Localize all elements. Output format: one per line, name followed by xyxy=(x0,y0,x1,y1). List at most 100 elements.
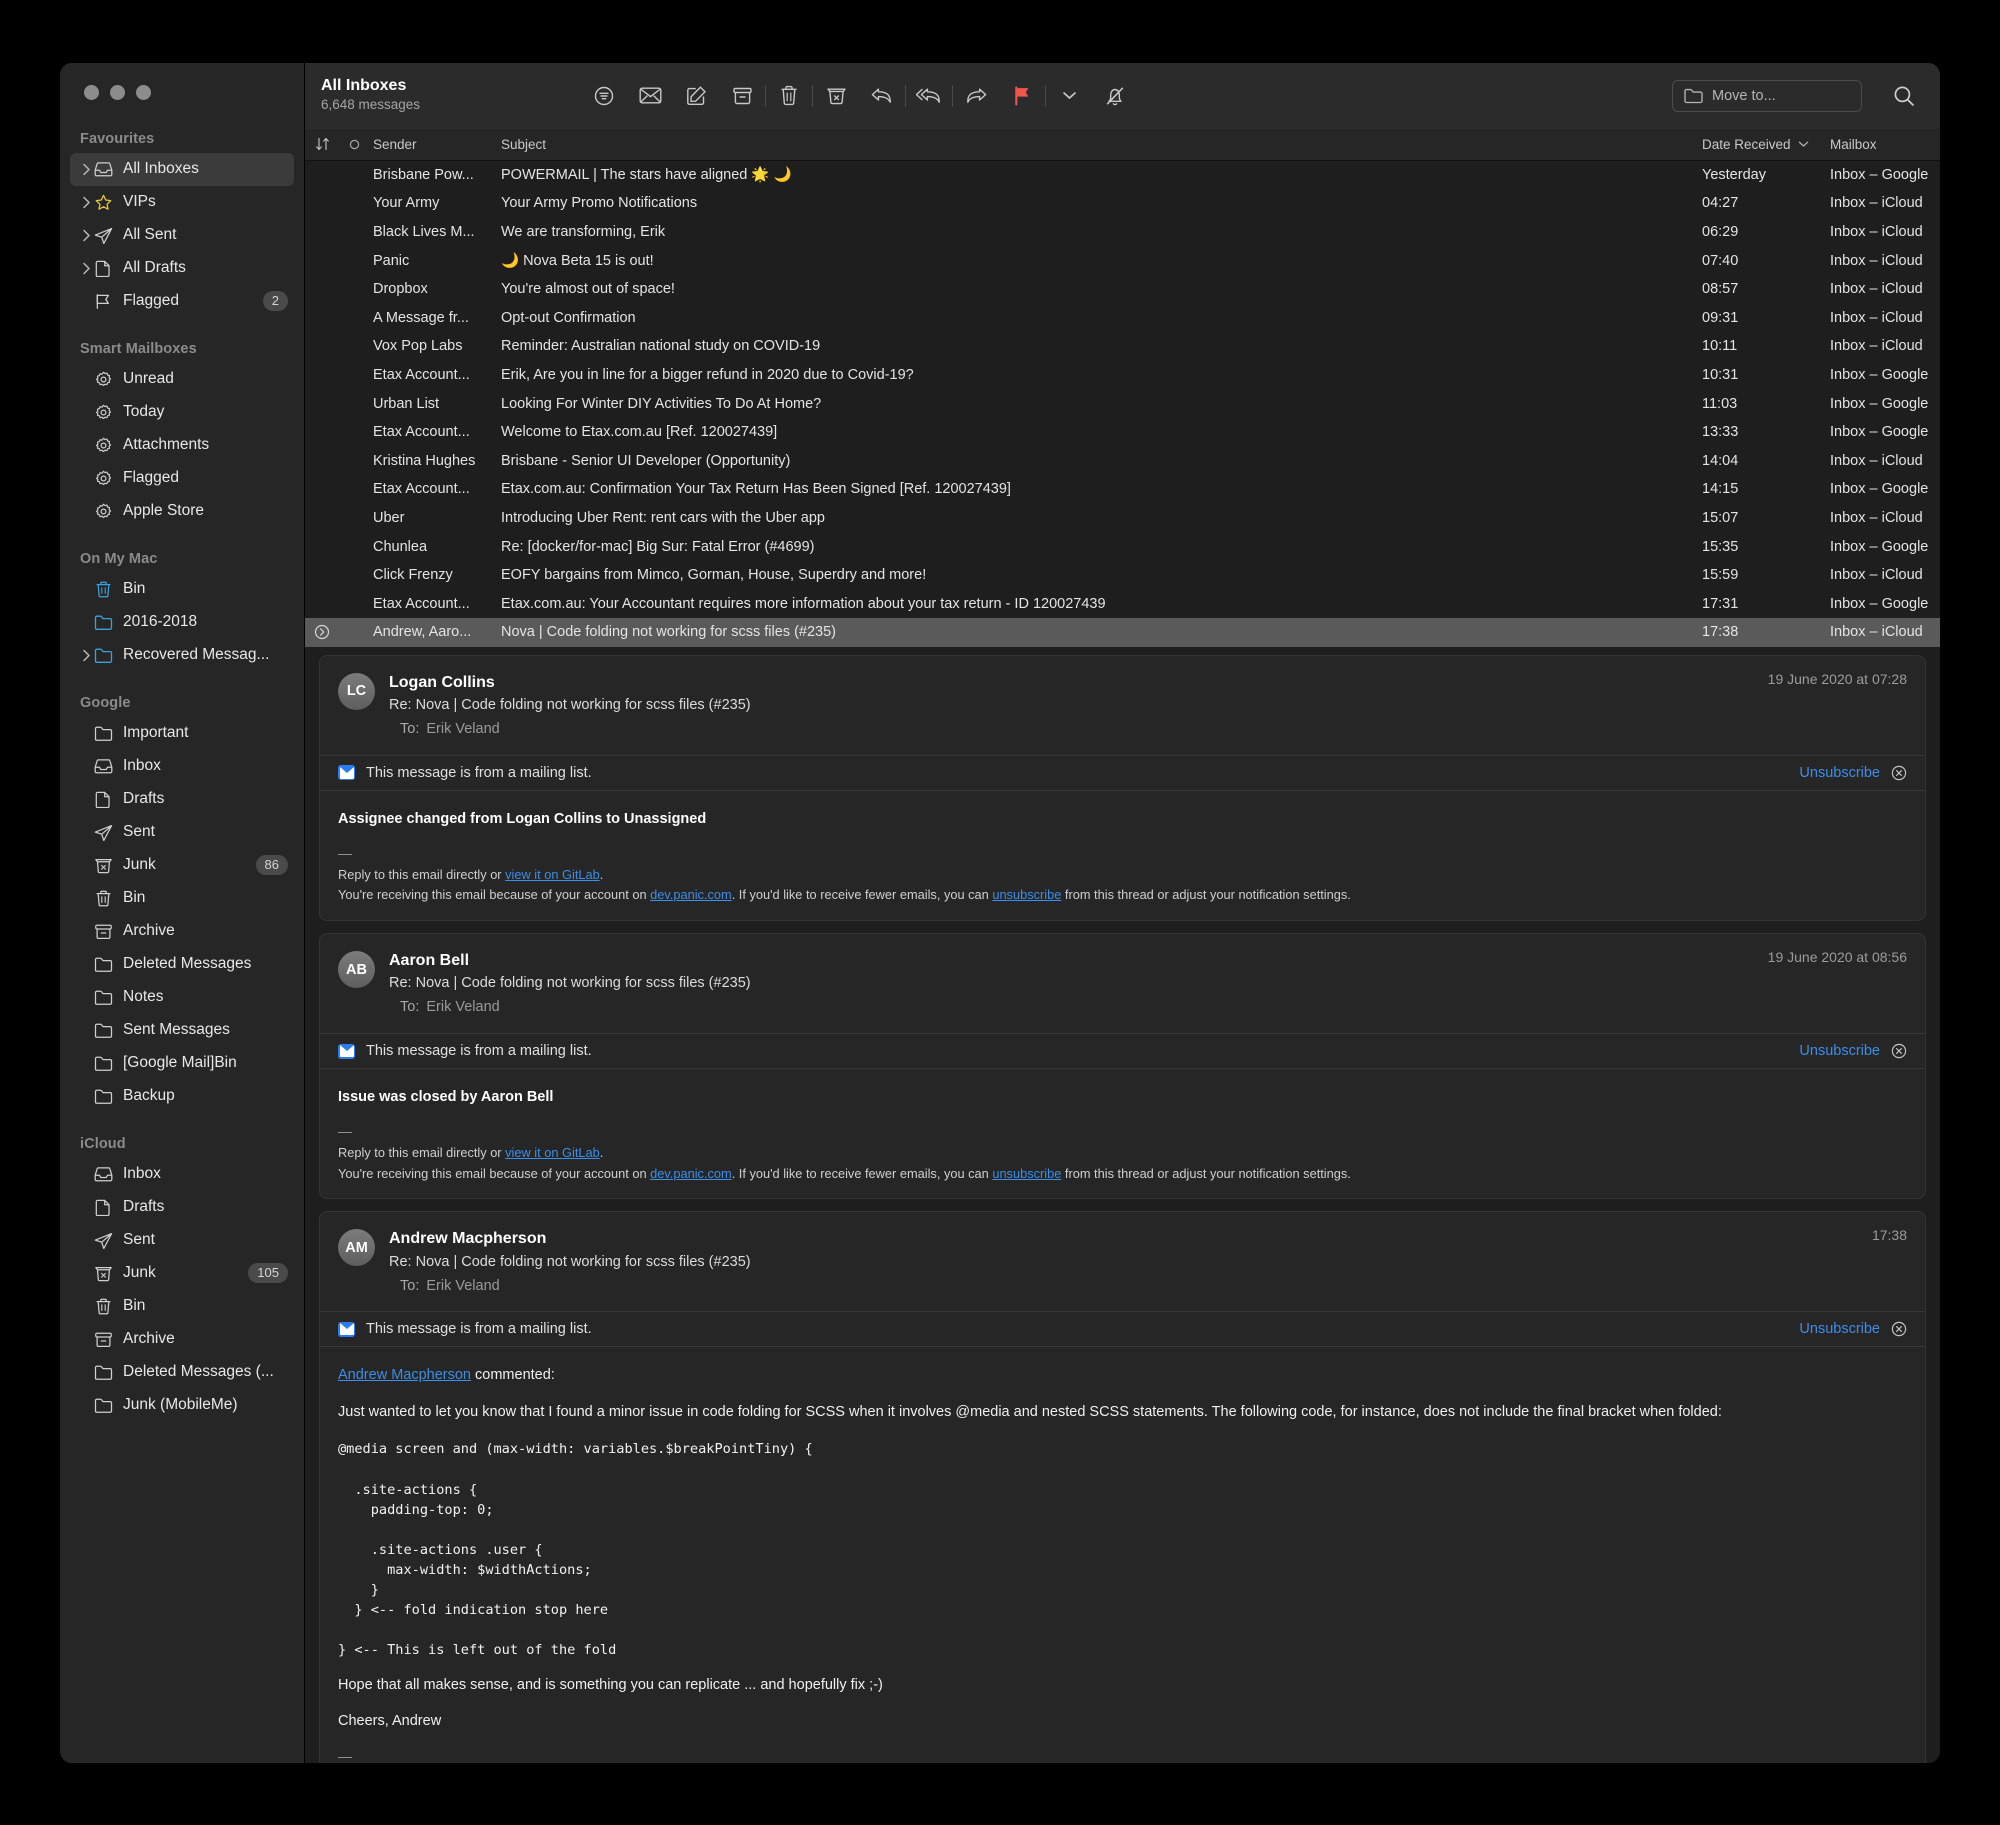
sidebar-item-backup[interactable]: Backup xyxy=(70,1080,294,1113)
sidebar-item-notes[interactable]: Notes xyxy=(70,981,294,1014)
unread-column-icon[interactable] xyxy=(339,139,369,150)
table-row[interactable]: Brisbane Pow... POWERMAIL | The stars ha… xyxy=(305,161,1940,190)
sidebar-item-sent-messages[interactable]: Sent Messages xyxy=(70,1014,294,1047)
unsubscribe-link[interactable]: unsubscribe xyxy=(992,887,1061,902)
chevron-right-icon[interactable] xyxy=(78,649,94,662)
column-header-subject[interactable]: Subject xyxy=(497,137,1702,152)
sidebar-section-title: On My Mac xyxy=(80,550,158,567)
chevron-down-icon[interactable] xyxy=(1046,76,1092,116)
view-on-gitlab-link[interactable]: view it on GitLab xyxy=(505,1145,600,1160)
sidebar-item-junk-mobileme[interactable]: Junk (MobileMe) xyxy=(70,1389,294,1422)
reply-all-icon[interactable] xyxy=(906,76,952,116)
table-row[interactable]: Panic 🌙 Nova Beta 15 is out! 07:40 Inbox… xyxy=(305,246,1940,275)
mute-icon[interactable] xyxy=(1092,76,1138,116)
window-traffic-lights[interactable] xyxy=(60,63,304,122)
sidebar-item-bin[interactable]: Bin xyxy=(70,1290,294,1323)
table-row[interactable]: Etax Account... Welcome to Etax.com.au [… xyxy=(305,418,1940,447)
unsubscribe-button[interactable]: Unsubscribe xyxy=(1799,1321,1880,1337)
chevron-right-icon[interactable] xyxy=(78,229,94,242)
close-button[interactable] xyxy=(84,84,99,100)
sidebar-item-sent[interactable]: Sent xyxy=(70,816,294,849)
sidebar-item-bin[interactable]: Bin xyxy=(70,882,294,915)
sidebar-item-label: All Inboxes xyxy=(123,160,199,177)
sidebar-item-all-sent[interactable]: All Sent xyxy=(70,219,294,252)
table-row[interactable]: Vox Pop Labs Reminder: Australian nation… xyxy=(305,332,1940,361)
close-icon[interactable] xyxy=(1891,1321,1907,1337)
column-header-mailbox[interactable]: Mailbox xyxy=(1830,137,1940,152)
move-to-field[interactable]: Move to... xyxy=(1672,79,1862,112)
flag-icon[interactable] xyxy=(999,76,1045,116)
chevron-right-icon[interactable] xyxy=(78,163,94,176)
table-row[interactable]: Andrew, Aaro... Nova | Code folding not … xyxy=(305,618,1940,647)
table-row[interactable]: Dropbox You're almost out of space! 08:5… xyxy=(305,275,1940,304)
archive-icon[interactable] xyxy=(719,76,765,116)
sidebar-item-vips[interactable]: VIPs xyxy=(70,186,294,219)
close-icon[interactable] xyxy=(1891,1043,1907,1059)
sidebar-item-all-drafts[interactable]: All Drafts xyxy=(70,252,294,285)
sidebar-item-unread[interactable]: Unread xyxy=(70,363,294,396)
sidebar-item-google-mail-bin[interactable]: [Google Mail]Bin xyxy=(70,1047,294,1080)
sidebar-item-inbox[interactable]: Inbox xyxy=(70,750,294,783)
table-row[interactable]: Kristina Hughes Brisbane - Senior UI Dev… xyxy=(305,446,1940,475)
row-subject: Erik, Are you in line for a bigger refun… xyxy=(501,366,914,383)
sidebar-item-inbox[interactable]: Inbox xyxy=(70,1158,294,1191)
commenter-link[interactable]: Andrew Macpherson xyxy=(338,1367,471,1383)
search-icon[interactable] xyxy=(1878,76,1930,116)
sidebar-item-recovered-messag[interactable]: Recovered Messag... xyxy=(70,639,294,672)
table-row[interactable]: Chunlea Re: [docker/for-mac] Big Sur: Fa… xyxy=(305,532,1940,561)
close-icon[interactable] xyxy=(1891,765,1907,781)
table-row[interactable]: Uber Introducing Uber Rent: rent cars wi… xyxy=(305,504,1940,533)
mark-unread-icon[interactable] xyxy=(627,76,673,116)
forward-icon[interactable] xyxy=(953,76,999,116)
reply-icon[interactable] xyxy=(859,76,905,116)
folder-icon xyxy=(1684,88,1703,104)
sidebar-item-bin[interactable]: Bin xyxy=(70,573,294,606)
maximize-button[interactable] xyxy=(136,84,151,100)
sort-order-icon[interactable] xyxy=(305,137,339,151)
sidebar-item-archive[interactable]: Archive xyxy=(70,1323,294,1356)
sidebar-item-all-inboxes[interactable]: All Inboxes xyxy=(70,152,294,186)
chevron-right-icon[interactable] xyxy=(78,196,94,209)
delete-icon[interactable] xyxy=(766,76,812,116)
sidebar-item-apple-store[interactable]: Apple Store xyxy=(70,495,294,528)
sidebar-item-flagged[interactable]: Flagged xyxy=(70,462,294,495)
table-row[interactable]: Your Army Your Army Promo Notifications … xyxy=(305,189,1940,218)
sidebar-item-2016-2018[interactable]: 2016-2018 xyxy=(70,606,294,639)
thread-indicator-icon xyxy=(305,624,339,640)
table-row[interactable]: Etax Account... Etax.com.au: Confirmatio… xyxy=(305,475,1940,504)
table-row[interactable]: A Message fr... Opt-out Confirmation 09:… xyxy=(305,303,1940,332)
sidebar-item-deleted-messages[interactable]: Deleted Messages (... xyxy=(70,1356,294,1389)
junk-icon[interactable] xyxy=(813,76,859,116)
sidebar-item-important[interactable]: Important xyxy=(70,717,294,750)
table-row[interactable]: Etax Account... Erik, Are you in line fo… xyxy=(305,361,1940,390)
sidebar-item-drafts[interactable]: Drafts xyxy=(70,783,294,816)
dev-panic-link[interactable]: dev.panic.com xyxy=(650,887,732,902)
minimize-button[interactable] xyxy=(110,84,125,100)
sidebar-item-deleted-messages[interactable]: Deleted Messages xyxy=(70,948,294,981)
table-row[interactable]: Etax Account... Etax.com.au: Your Accoun… xyxy=(305,589,1940,618)
view-on-gitlab-link[interactable]: view it on GitLab xyxy=(505,867,600,882)
sidebar-item-today[interactable]: Today xyxy=(70,396,294,429)
unsubscribe-link[interactable]: unsubscribe xyxy=(992,1166,1061,1181)
message-list[interactable]: Brisbane Pow... POWERMAIL | The stars ha… xyxy=(305,160,1940,647)
row-date: 15:07 xyxy=(1702,509,1739,526)
sidebar-item-junk[interactable]: Junk 105 xyxy=(70,1257,294,1290)
unsubscribe-button[interactable]: Unsubscribe xyxy=(1799,1043,1880,1059)
sidebar-item-junk[interactable]: Junk 86 xyxy=(70,849,294,882)
sidebar-item-flagged[interactable]: Flagged 2 xyxy=(70,285,294,318)
sidebar-item-archive[interactable]: Archive xyxy=(70,915,294,948)
dev-panic-link[interactable]: dev.panic.com xyxy=(650,1166,732,1181)
sidebar-item-drafts[interactable]: Drafts xyxy=(70,1191,294,1224)
sidebar-item-label: Sent xyxy=(123,1231,155,1248)
table-row[interactable]: Click Frenzy EOFY bargains from Mimco, G… xyxy=(305,561,1940,590)
table-row[interactable]: Urban List Looking For Winter DIY Activi… xyxy=(305,389,1940,418)
filter-icon[interactable] xyxy=(581,76,627,116)
column-header-date[interactable]: Date Received xyxy=(1702,137,1830,152)
chevron-right-icon[interactable] xyxy=(78,262,94,275)
sidebar-item-sent[interactable]: Sent xyxy=(70,1224,294,1257)
table-row[interactable]: Black Lives M... We are transforming, Er… xyxy=(305,218,1940,247)
compose-icon[interactable] xyxy=(673,76,719,116)
sidebar-item-attachments[interactable]: Attachments xyxy=(70,429,294,462)
unsubscribe-button[interactable]: Unsubscribe xyxy=(1799,765,1880,781)
column-header-sender[interactable]: Sender xyxy=(369,137,497,152)
